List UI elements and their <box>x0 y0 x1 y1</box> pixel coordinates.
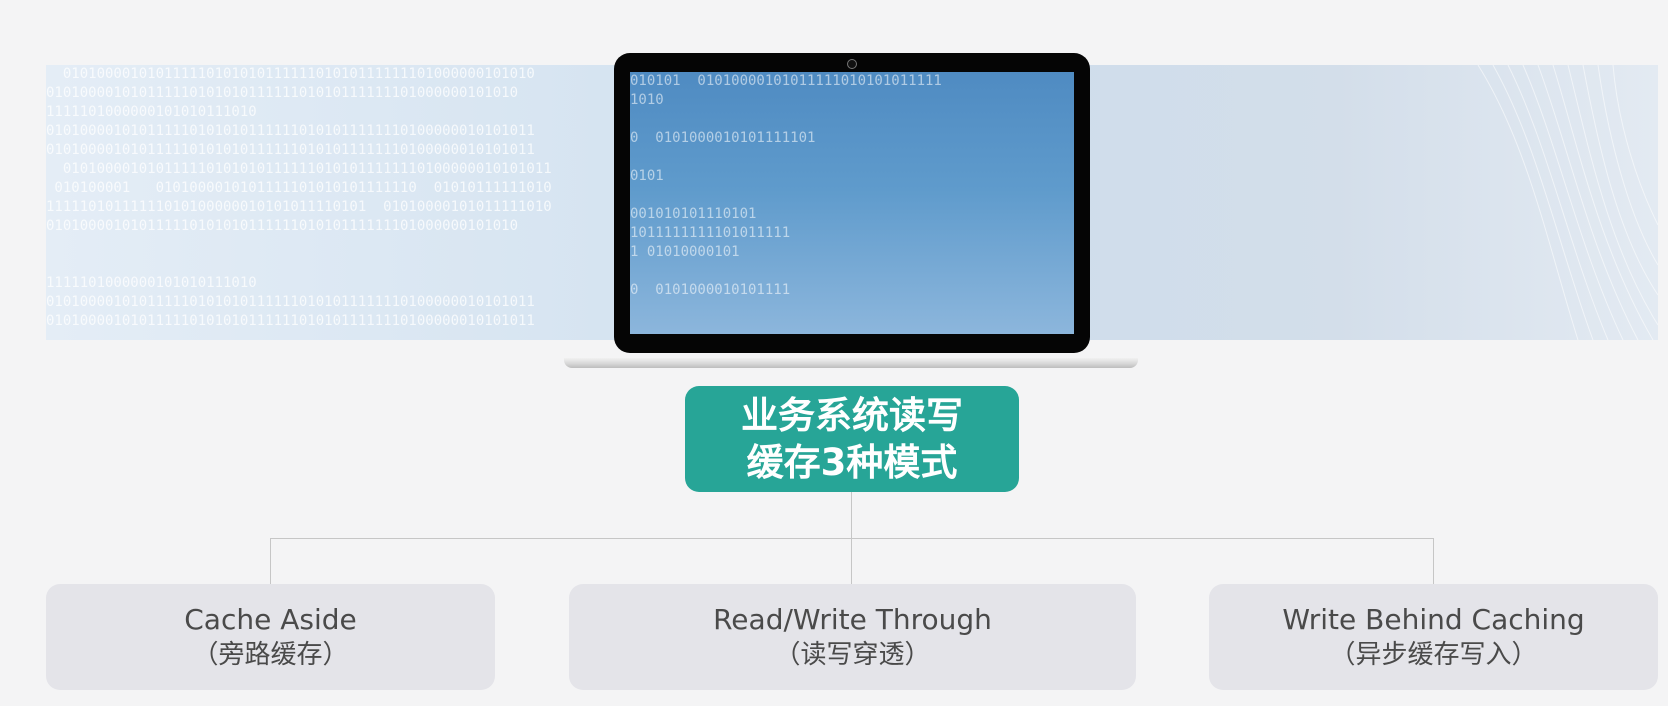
mode-subtitle: （旁路缓存） <box>192 640 349 670</box>
camera-icon <box>847 59 857 69</box>
mode-title: Cache Aside <box>184 603 357 636</box>
mode-box-cache-aside: Cache Aside （旁路缓存） <box>46 584 495 690</box>
connector-horizontal <box>270 538 1434 539</box>
laptop-screen: 010101 01010000101011111010101011111 101… <box>630 72 1074 334</box>
mode-subtitle: （读写穿透） <box>774 640 931 670</box>
mode-box-read-write-through: Read/Write Through （读写穿透） <box>569 584 1136 690</box>
mode-box-write-behind-caching: Write Behind Caching （异步缓存写入） <box>1209 584 1658 690</box>
laptop-base <box>564 358 1138 368</box>
laptop-illustration: 010101 01010000101011111010101011111 101… <box>614 53 1090 353</box>
center-title-line2: 缓存3种模式 <box>746 441 958 484</box>
mode-subtitle: （异步缓存写入） <box>1329 640 1538 670</box>
center-title-line1: 业务系统读写 <box>741 394 963 437</box>
mode-title: Read/Write Through <box>713 603 992 636</box>
screen-binary-decoration: 010101 01010000101011111010101011111 101… <box>630 73 942 298</box>
connector-vertical-left <box>270 538 271 584</box>
connector-vertical-right <box>1433 538 1434 584</box>
center-title-box: 业务系统读写 缓存3种模式 <box>685 386 1019 492</box>
mode-title: Write Behind Caching <box>1282 603 1585 636</box>
wave-lines-decoration <box>1477 65 1658 340</box>
binary-digits-decoration: 0101000010101111101010101111110101011111… <box>46 66 552 329</box>
